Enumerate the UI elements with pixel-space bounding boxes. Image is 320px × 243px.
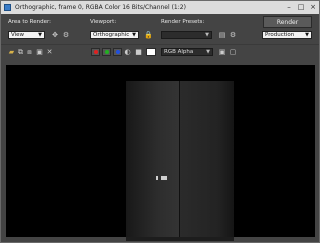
render-presets-dropdown[interactable]: ▼	[161, 31, 212, 39]
save-image-icon[interactable]: ▰	[8, 48, 15, 56]
door-handle-right	[161, 176, 167, 180]
print-image-icon[interactable]: ▣	[36, 48, 43, 56]
render-viewport	[6, 65, 315, 241]
auto-region-icon[interactable]: ⚙	[62, 31, 70, 39]
green-channel-icon	[105, 50, 109, 54]
area-to-render-label: Area to Render:	[8, 19, 52, 25]
monochrome-icon[interactable]: ■	[135, 48, 142, 56]
chevron-down-icon: ▼	[132, 32, 136, 38]
blue-channel-toggle[interactable]	[113, 48, 122, 56]
blue-channel-icon	[116, 50, 120, 54]
render-button[interactable]: Render	[263, 16, 312, 28]
frame-buffer-toolbar: ▰ ⧉ ⧈ ▣ ✕ ◐ ■ RGB Alpha ▼ ▣ ▢	[1, 44, 319, 59]
red-channel-icon	[94, 50, 98, 54]
chevron-down-icon: ▼	[38, 32, 42, 38]
chevron-down-icon: ▼	[305, 32, 309, 38]
maximize-icon[interactable]: □	[297, 3, 305, 11]
channel-value: RGB Alpha	[164, 49, 194, 55]
rendered-image	[126, 81, 234, 241]
production-dropdown[interactable]: Production ▼	[262, 31, 312, 39]
door-handle-left	[156, 176, 158, 180]
window-title: Orthographic, frame 0, RGBA Color 16 Bit…	[15, 4, 186, 11]
display-alpha-icon[interactable]: ▣	[218, 48, 226, 56]
production-value: Production	[265, 32, 295, 38]
viewport-dropdown[interactable]: Orthographic ▼	[90, 31, 139, 39]
minimize-icon[interactable]: –	[285, 3, 293, 11]
chevron-down-icon: ▼	[206, 49, 210, 55]
cabinet-door-right	[180, 81, 234, 237]
green-channel-toggle[interactable]	[102, 48, 111, 56]
door-seam	[179, 81, 180, 237]
edit-region-icon[interactable]: ✥	[51, 31, 59, 39]
render-presets-label: Render Presets:	[161, 19, 205, 25]
render-setup-icon[interactable]: ▤	[218, 31, 226, 39]
cabinet-door-left	[126, 81, 180, 237]
environment-settings-icon[interactable]: ⚙	[229, 31, 237, 39]
area-to-render-value: View	[11, 32, 25, 38]
app-icon	[4, 4, 11, 11]
viewport-label: Viewport:	[90, 19, 117, 25]
chevron-down-icon: ▼	[205, 32, 209, 38]
close-icon[interactable]: ×	[309, 3, 317, 11]
title-bar: Orthographic, frame 0, RGBA Color 16 Bit…	[1, 1, 319, 14]
clear-icon[interactable]: ✕	[46, 48, 53, 56]
rendered-frame-window: Orthographic, frame 0, RGBA Color 16 Bit…	[0, 0, 320, 243]
viewport-value: Orthographic	[93, 32, 130, 38]
copy-image-icon[interactable]: ⧉	[17, 48, 24, 56]
red-channel-toggle[interactable]	[91, 48, 100, 56]
channel-dropdown[interactable]: RGB Alpha ▼	[161, 48, 213, 56]
alpha-channel-icon[interactable]: ◐	[124, 48, 131, 56]
toggle-ui-icon[interactable]: ▢	[229, 48, 237, 56]
clone-window-icon[interactable]: ⧈	[26, 48, 33, 56]
area-to-render-dropdown[interactable]: View ▼	[8, 31, 45, 39]
color-swatch[interactable]	[146, 48, 156, 56]
lock-icon[interactable]: 🔒	[144, 31, 153, 39]
